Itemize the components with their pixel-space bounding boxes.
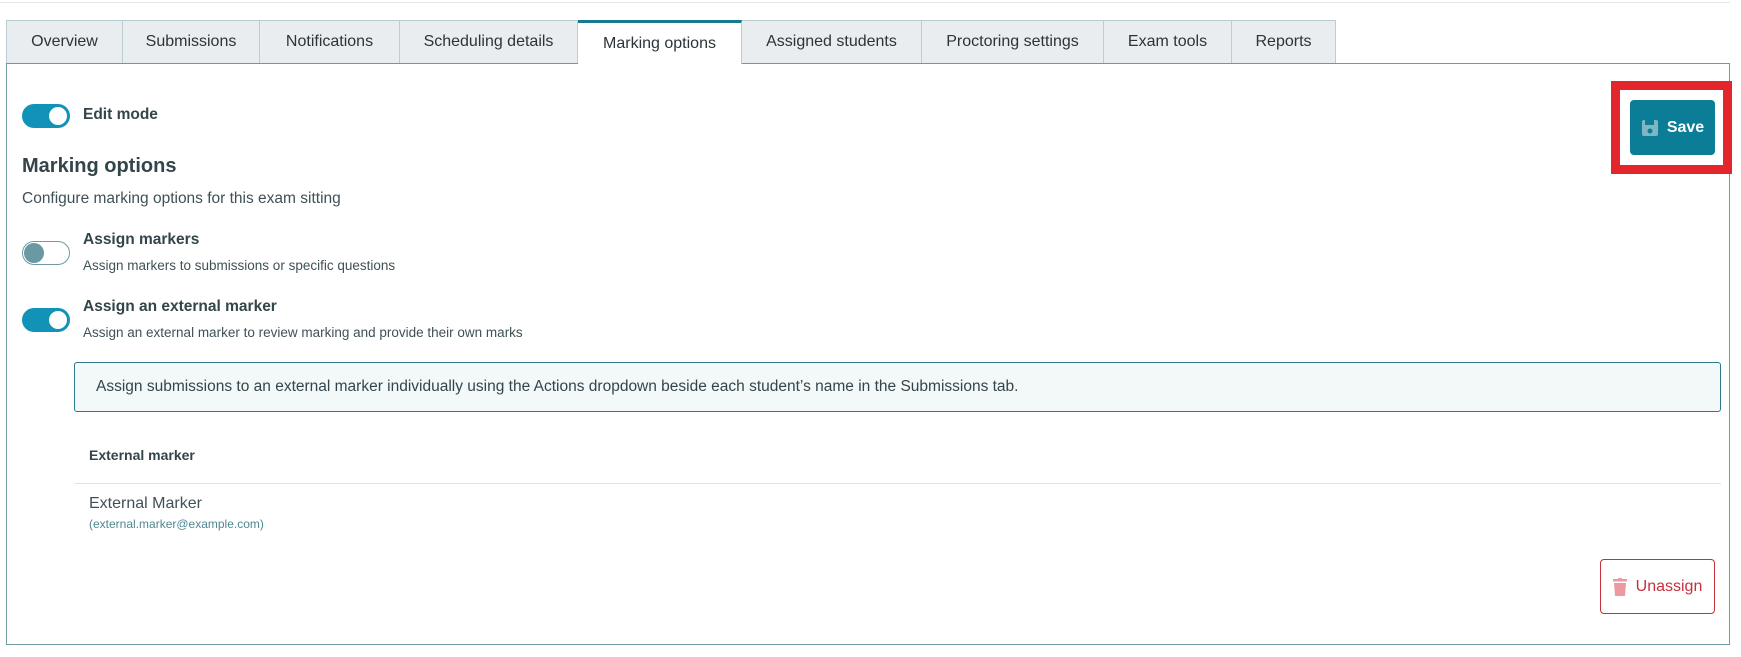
unassign-button[interactable]: Unassign: [1600, 559, 1715, 614]
top-divider: [0, 2, 1730, 3]
save-button[interactable]: Save: [1630, 100, 1715, 155]
assign-external-marker-toggle[interactable]: [22, 308, 70, 332]
tab-assigned-students[interactable]: Assigned students: [742, 20, 922, 63]
external-marker-name: External Marker: [89, 495, 202, 512]
tab-reports[interactable]: Reports: [1232, 20, 1336, 63]
info-alert: Assign submissions to an external marker…: [74, 362, 1721, 412]
trash-icon: [1612, 577, 1627, 596]
marking-options-panel: Edit mode Save Marking options Configure…: [6, 63, 1732, 645]
assign-markers-description: Assign markers to submissions or specifi…: [83, 258, 396, 273]
section-description: Configure marking options for this exam …: [22, 190, 341, 207]
tab-bar: Overview Submissions Notifications Sched…: [6, 20, 1336, 64]
assign-external-marker-label: Assign an external marker: [83, 298, 277, 315]
tab-marking-options[interactable]: Marking options: [578, 20, 742, 64]
edit-mode-label: Edit mode: [83, 106, 158, 123]
assign-markers-label: Assign markers: [83, 231, 200, 248]
tab-exam-tools[interactable]: Exam tools: [1104, 20, 1232, 63]
tab-scheduling-details[interactable]: Scheduling details: [400, 20, 578, 63]
table-header-external-marker: External marker: [89, 447, 195, 463]
save-label: Save: [1666, 118, 1705, 136]
section-title: Marking options: [22, 155, 177, 177]
external-marker-email: (external.marker@example.com): [89, 517, 264, 531]
unassign-label: Unassign: [1635, 577, 1703, 595]
assign-markers-toggle[interactable]: [22, 241, 70, 265]
tab-proctoring-settings[interactable]: Proctoring settings: [922, 20, 1104, 63]
tab-overview[interactable]: Overview: [6, 20, 123, 63]
info-message: Assign submissions to an external marker…: [96, 378, 1019, 395]
edit-mode-toggle[interactable]: [22, 104, 70, 128]
save-icon: [1641, 119, 1658, 136]
assign-external-marker-description: Assign an external marker to review mark…: [83, 325, 523, 340]
tab-notifications[interactable]: Notifications: [260, 20, 400, 63]
tab-submissions[interactable]: Submissions: [123, 20, 260, 63]
table-divider: [74, 483, 1721, 484]
